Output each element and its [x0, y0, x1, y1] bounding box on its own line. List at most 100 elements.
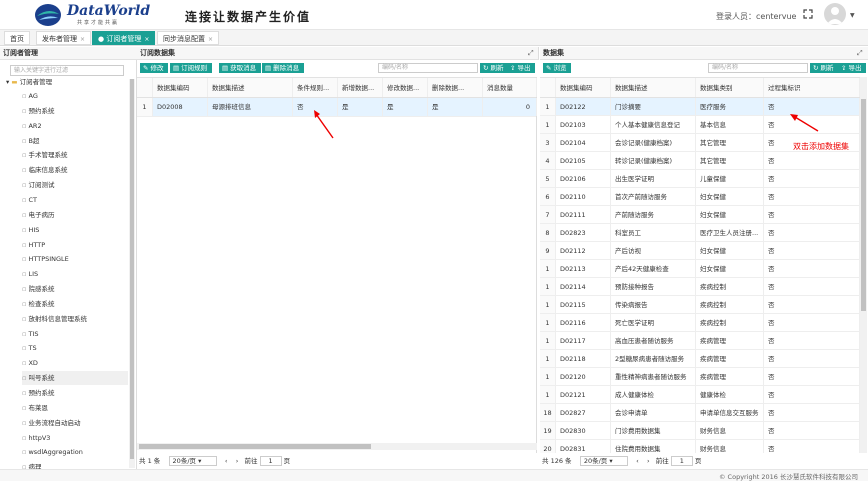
- tree-item[interactable]: ▫ 手术管理系统: [22, 148, 128, 162]
- scroll-thumb[interactable]: [130, 79, 134, 459]
- subscribe-rule-button[interactable]: ▤ 订阅规则: [170, 63, 213, 73]
- tree-item[interactable]: ▫ 电子病历: [22, 208, 128, 222]
- table-row[interactable]: 1 D02115 传染病报告 疾病控制否: [540, 296, 860, 314]
- tree-item[interactable]: ▫ 临床信息系统: [22, 163, 128, 177]
- table-cell: 传染病报告: [611, 296, 696, 313]
- close-icon[interactable]: ×: [208, 36, 213, 43]
- tree-item[interactable]: ▫ LIS: [22, 267, 128, 281]
- table-row[interactable]: 8 D02823 科室员工 医疗卫生人员注册... 否: [540, 224, 860, 242]
- table-row[interactable]: 18 D02827 会诊申请单 申请单信息交互服务否: [540, 404, 860, 422]
- tree-scrollbar[interactable]: [129, 79, 135, 468]
- table-row[interactable]: 1 D02116 死亡医学证明 疾病控制否: [540, 314, 860, 332]
- tree-item[interactable]: ▫ 放射科信息管理系统: [22, 312, 128, 326]
- table-row[interactable]: 9 D02112 产后访视 妇女保健否: [540, 242, 860, 260]
- brand-tagline: 共享才能共赢: [77, 20, 120, 26]
- goto-page-input[interactable]: 1: [670, 456, 693, 466]
- scroll-thumb[interactable]: [861, 99, 866, 311]
- prev-page-icon[interactable]: ‹: [636, 457, 639, 465]
- tree-panel-title: 订阅者管理: [0, 47, 137, 60]
- tree-item[interactable]: ▫ HTTPSINGLE: [22, 252, 128, 266]
- user-menu-caret-icon[interactable]: ▼: [850, 12, 855, 19]
- tree-item[interactable]: ▫ wsdlAggregation: [22, 445, 128, 459]
- left-search-input[interactable]: 编码/名称: [378, 63, 478, 73]
- tree-item[interactable]: ▫ XD: [22, 356, 128, 370]
- table-row[interactable]: 1 D02008 母源排班信息否是是是 0: [137, 98, 537, 117]
- tree-item[interactable]: ▫ TIS: [22, 327, 128, 341]
- table-row[interactable]: 1 D02114 预防接种报告 疾病控制否: [540, 278, 860, 296]
- tree-item[interactable]: ▫ 订阅测试: [22, 178, 128, 192]
- next-page-icon[interactable]: ›: [647, 457, 650, 465]
- table-row[interactable]: 1 D02120 重性精神病患者随访服务 疾病管理否: [540, 368, 860, 386]
- page-size-select[interactable]: 20条/页 ▾: [579, 456, 628, 466]
- right-export-button[interactable]: ⇪ 导出: [838, 63, 867, 73]
- table-row[interactable]: 20 D02831 住院费用数据集 财务信息否: [540, 440, 860, 453]
- column-header[interactable]: 数据集描述: [611, 78, 696, 97]
- close-icon[interactable]: ×: [144, 36, 149, 43]
- column-header[interactable]: 消息数量: [483, 78, 537, 97]
- column-header[interactable]: 新增数据...: [338, 78, 383, 97]
- next-page-icon[interactable]: ›: [236, 457, 239, 465]
- table-cell: D02116: [556, 314, 611, 331]
- tree-root[interactable]: ▾ ▬ 订阅者管理: [6, 75, 52, 89]
- tree-item[interactable]: ▫ 预约系统: [22, 104, 128, 118]
- right-search-input[interactable]: 编码/名称: [708, 63, 808, 73]
- table-row[interactable]: 4 D02105 转诊记录(健康档案) 其它管理否: [540, 152, 860, 170]
- table-row[interactable]: 1 D02117 高血压患者随访服务 疾病管理否: [540, 332, 860, 350]
- prev-page-icon[interactable]: ‹: [225, 457, 228, 465]
- close-icon[interactable]: ×: [80, 36, 85, 43]
- tree-item[interactable]: ▫ 院感系统: [22, 282, 128, 296]
- column-header[interactable]: 数据集编码: [153, 78, 208, 97]
- avatar[interactable]: [824, 3, 846, 25]
- table-row[interactable]: 6 D02110 首次产前随访服务 妇女保健否: [540, 188, 860, 206]
- column-header[interactable]: 删除数据...: [428, 78, 483, 97]
- tree-item[interactable]: ▫ HIS: [22, 223, 128, 237]
- tree-search-input[interactable]: 输入关键字进行过滤: [10, 65, 124, 76]
- column-header[interactable]: 修改数据...: [383, 78, 428, 97]
- tree-item[interactable]: ▫ TS: [22, 341, 128, 355]
- table-row[interactable]: 1 D02121 成人健康体检 健康体检否: [540, 386, 860, 404]
- left-h-scrollbar[interactable]: [137, 443, 537, 450]
- fullscreen-icon[interactable]: [803, 9, 813, 19]
- tree-item[interactable]: ▫ AR2: [22, 119, 128, 133]
- tree-item[interactable]: ▫ 业务流程自动启动: [22, 416, 128, 430]
- scroll-thumb[interactable]: [139, 444, 371, 449]
- edit-button[interactable]: ✎ 修改: [140, 63, 169, 73]
- tab-subscriber[interactable]: ● 订阅者管理 ×: [92, 31, 156, 45]
- tree-item[interactable]: ▫ httpV3: [22, 431, 128, 445]
- tree-item[interactable]: ▫ B超: [22, 134, 128, 148]
- table-row[interactable]: 19 D02830 门诊费用数据集 财务信息否: [540, 422, 860, 440]
- column-header[interactable]: 条件规则...: [293, 78, 338, 97]
- delete-message-button[interactable]: ▤ 删除消息: [262, 63, 305, 73]
- right-v-scrollbar[interactable]: [860, 77, 867, 453]
- refresh-icon: ↻: [483, 64, 489, 72]
- tree-item[interactable]: ▫ CT: [22, 193, 128, 207]
- tree-item[interactable]: ▫ 检查系统: [22, 297, 128, 311]
- tree-item[interactable]: ▫ HTTP: [22, 238, 128, 252]
- maximize-icon[interactable]: ⤢: [857, 49, 863, 58]
- maximize-icon[interactable]: ⤢: [528, 49, 534, 58]
- tree-item[interactable]: ▫ AG: [22, 89, 128, 103]
- table-row[interactable]: 1 D02122 门诊摘要 医疗服务否: [540, 98, 860, 116]
- browse-button[interactable]: ✎ 浏览: [543, 63, 572, 73]
- tree-item[interactable]: ▫ 预约系统: [22, 386, 128, 400]
- column-header[interactable]: 数据集类别: [696, 78, 764, 97]
- column-header[interactable]: 过程集标识: [764, 78, 860, 97]
- right-refresh-button[interactable]: ↻ 刷新: [810, 63, 839, 73]
- tab-sync-config[interactable]: 同步消息配置 ×: [157, 31, 220, 45]
- table-row[interactable]: 1 D02113 产后42天健康检查 妇女保健否: [540, 260, 860, 278]
- left-refresh-button[interactable]: ↻ 刷新: [480, 63, 509, 73]
- table-row[interactable]: 5 D02106 出生医学证明 儿童保健否: [540, 170, 860, 188]
- tree-item[interactable]: ▫ 布莱恩: [22, 401, 128, 415]
- table-row[interactable]: 7 D02111 产前随访服务 妇女保健否: [540, 206, 860, 224]
- tab-publisher[interactable]: 发布者管理 ×: [36, 31, 92, 45]
- tree-item[interactable]: ▫ 叫号系统: [22, 371, 128, 386]
- column-header[interactable]: 数据集描述: [208, 78, 293, 97]
- table-row[interactable]: 1 D02118 2型糖尿病患者随访服务 疾病管理否: [540, 350, 860, 368]
- left-export-button[interactable]: ⇪ 导出: [507, 63, 536, 73]
- tab-home[interactable]: 首页: [4, 31, 30, 45]
- page-size-select[interactable]: 20条/页 ▾: [168, 456, 217, 466]
- fetch-message-button[interactable]: ▤ 获取消息: [219, 63, 262, 73]
- goto-page-input[interactable]: 1: [259, 456, 282, 466]
- table-row[interactable]: 1 D02103 个人基本健康信息登记 基本信息否: [540, 116, 860, 134]
- column-header[interactable]: 数据集编码: [556, 78, 611, 97]
